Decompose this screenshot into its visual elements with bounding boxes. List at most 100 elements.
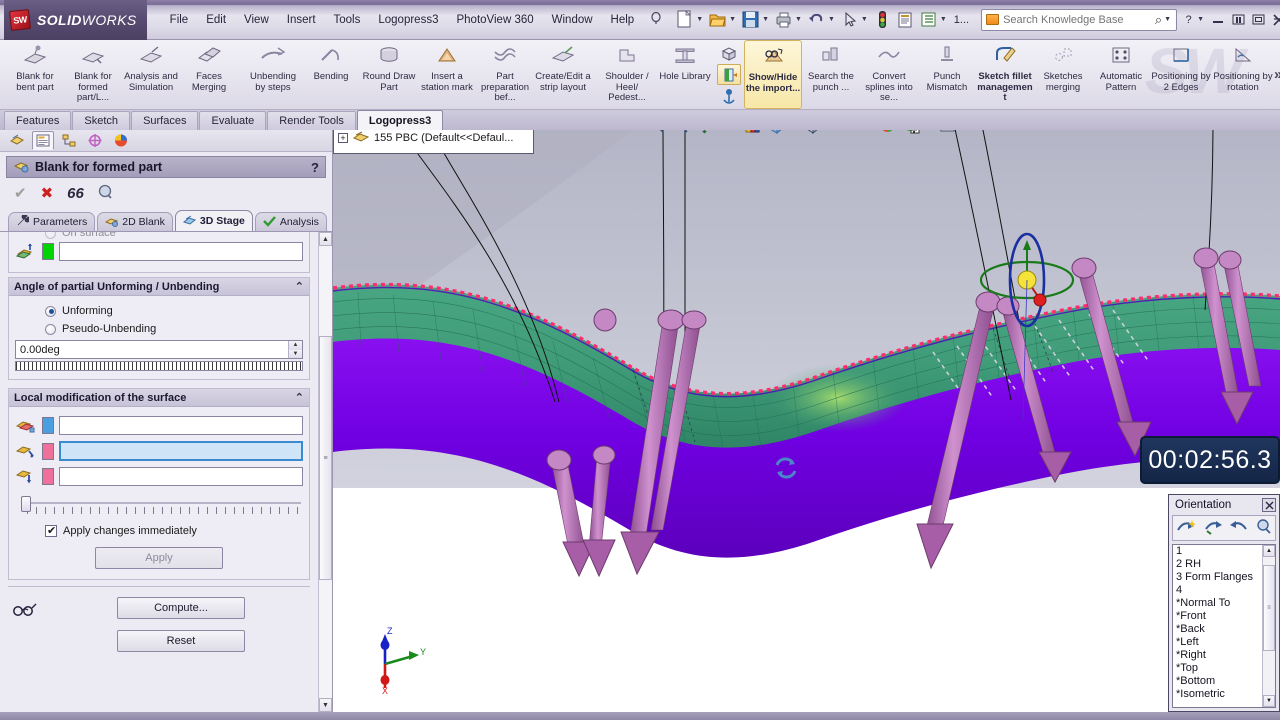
orientation-item[interactable]: *Isometric: [1176, 688, 1262, 701]
anchor-icon[interactable]: [717, 85, 741, 106]
feature-tree-tab[interactable]: [6, 131, 28, 150]
select-icon[interactable]: [839, 9, 860, 30]
view-orientation-icon[interactable]: [766, 130, 787, 135]
apply-immediately-checkbox[interactable]: [45, 524, 57, 537]
maximize-window-button[interactable]: [1250, 12, 1267, 27]
feature-tree-flyout[interactable]: + 155 PBC (Default<<Defaul...: [333, 130, 534, 154]
radio-unforming[interactable]: Unforming: [15, 302, 303, 320]
ribbon-button-sketch-fillet-management[interactable]: Sketch fillet management: [976, 40, 1034, 109]
orientation-close-icon[interactable]: [1262, 498, 1276, 512]
orientation-list-scrollbar[interactable]: ▲ ≡ ▼: [1262, 545, 1275, 707]
menu-view[interactable]: View: [235, 10, 278, 30]
local-selection-box-2[interactable]: [59, 441, 303, 461]
tab-evaluate[interactable]: Evaluate: [199, 111, 267, 130]
menu-photoview-360[interactable]: PhotoView 360: [447, 10, 542, 30]
local-selection-box-1[interactable]: [59, 416, 303, 435]
cube-icon[interactable]: [717, 43, 741, 64]
menu-tools[interactable]: Tools: [325, 10, 370, 30]
apply-immediately-row[interactable]: Apply changes immediately: [15, 517, 303, 541]
show-hide-body-icon[interactable]: [717, 64, 741, 85]
ribbon-button-part-preparation[interactable]: Part preparation bef...: [476, 40, 534, 109]
orientation-item[interactable]: 3 Form Flanges: [1176, 571, 1262, 584]
scroll-up-button[interactable]: ▲: [319, 232, 332, 246]
angle-ruler-slider[interactable]: [15, 361, 303, 371]
undo-icon[interactable]: [806, 9, 827, 30]
slider-knob[interactable]: [21, 496, 31, 512]
new-document-icon[interactable]: [674, 9, 695, 30]
help-caret-icon[interactable]: ▼: [1197, 16, 1204, 23]
sub-tab-parameters[interactable]: Parameters: [8, 212, 96, 231]
preview-glasses-icon[interactable]: 66: [67, 186, 84, 201]
display-style-icon[interactable]: [803, 130, 824, 135]
orientation-item[interactable]: *Back: [1176, 623, 1262, 636]
print-caret-icon[interactable]: ▼: [795, 16, 802, 23]
ribbon-button-sketches-merging[interactable]: Sketches merging: [1034, 40, 1092, 109]
ok-check-icon[interactable]: ✔: [14, 186, 27, 201]
orientation-item[interactable]: *Bottom: [1176, 675, 1262, 688]
save-icon[interactable]: [740, 9, 761, 30]
ribbon-button-round-draw-part[interactable]: Round Draw Part: [360, 40, 418, 109]
ribbon-button-bending[interactable]: Bending: [302, 40, 360, 109]
sub-tab-analysis[interactable]: Analysis: [254, 212, 327, 231]
ribbon-button-punch-mismatch[interactable]: Punch Mismatch: [918, 40, 976, 109]
spin-up-icon[interactable]: ▲: [289, 341, 302, 350]
previous-view-icon[interactable]: [1229, 518, 1249, 539]
scroll-track[interactable]: ≡: [319, 246, 332, 698]
ribbon-button-search-punch[interactable]: Search the punch ...: [802, 40, 860, 109]
orientation-scroll-down[interactable]: ▼: [1263, 695, 1275, 707]
sub-tab-3d-stage[interactable]: 3D Stage: [174, 210, 253, 231]
pushpin-icon[interactable]: [649, 11, 663, 28]
ribbon-button-unbending-by-steps[interactable]: Unbending by steps: [244, 40, 302, 109]
reset-button[interactable]: Reset: [117, 630, 245, 652]
chevron-up-icon[interactable]: ⌃: [295, 280, 304, 293]
angle-value-stepper[interactable]: ▲▼: [15, 340, 303, 359]
configuration-manager-tab[interactable]: [58, 131, 80, 150]
local-group-header[interactable]: Local modification of the surface ⌃: [9, 389, 309, 407]
unforming-radio[interactable]: [45, 305, 56, 317]
tab-features[interactable]: Features: [4, 111, 72, 130]
tab-render-tools[interactable]: Render Tools: [267, 111, 356, 130]
orientation-item[interactable]: *Right: [1176, 649, 1262, 662]
save-caret-icon[interactable]: ▼: [762, 16, 769, 23]
properties-caret-icon[interactable]: ▼: [940, 16, 947, 23]
new-view-icon[interactable]: [1176, 518, 1197, 539]
orientation-item[interactable]: 1: [1176, 545, 1262, 558]
display-manager-tab[interactable]: [110, 131, 132, 150]
graphics-viewport[interactable]: + 155 PBC (Default<<Defaul... Z Y X 00:0…: [333, 130, 1280, 712]
pan-icon[interactable]: [694, 130, 715, 135]
rebuild-icon[interactable]: [872, 9, 893, 30]
orientation-scroll-up[interactable]: ▲: [1263, 545, 1275, 557]
options-icon[interactable]: [895, 9, 916, 30]
cancel-x-icon[interactable]: ✖: [41, 186, 54, 201]
print-icon[interactable]: [773, 9, 794, 30]
angle-input[interactable]: [16, 343, 288, 356]
help-bubble-icon[interactable]: [98, 184, 113, 202]
menu-help[interactable]: Help: [602, 10, 644, 30]
ribbon-button-faces-merging[interactable]: Faces Merging: [180, 40, 238, 109]
ribbon-overflow-icon[interactable]: »: [1274, 66, 1280, 83]
orientation-scroll-thumb[interactable]: ≡: [1263, 565, 1275, 651]
close-window-button[interactable]: [1270, 12, 1280, 27]
orientation-item[interactable]: *Normal To: [1176, 597, 1262, 610]
angle-group-header[interactable]: Angle of partial Unforming / Unbending ⌃: [9, 278, 309, 296]
orientation-item[interactable]: *Front: [1176, 610, 1262, 623]
ribbon-button-blank-formed-part[interactable]: Blank for formed part/L...: [64, 40, 122, 109]
menu-insert[interactable]: Insert: [278, 10, 325, 30]
ribbon-button-blank-bent-part[interactable]: Blank for bent part: [6, 40, 64, 109]
tab-sketch[interactable]: Sketch: [72, 111, 131, 130]
restore-window-button[interactable]: [1230, 12, 1247, 27]
search-input[interactable]: [1003, 13, 1155, 26]
sub-tab-2d-blank[interactable]: 2D Blank: [97, 212, 173, 231]
scroll-down-button[interactable]: ▼: [319, 698, 332, 712]
appearance-icon[interactable]: [877, 130, 898, 135]
local-amount-slider[interactable]: [17, 495, 301, 517]
select-caret-icon[interactable]: ▼: [861, 16, 868, 23]
ribbon-button-shoulder-heel-pedestal[interactable]: Shoulder / Heel/ Pedest...: [598, 40, 656, 109]
ribbon-button-analysis-simulation[interactable]: Analysis and Simulation: [122, 40, 180, 109]
menu-file[interactable]: File: [161, 10, 198, 30]
property-manager-tab[interactable]: [32, 131, 54, 150]
menu-edit[interactable]: Edit: [197, 10, 235, 30]
orientation-item[interactable]: 4: [1176, 584, 1262, 597]
rebuild-refresh-icon[interactable]: [773, 455, 799, 484]
orientation-scroll-track[interactable]: ≡: [1263, 557, 1275, 695]
